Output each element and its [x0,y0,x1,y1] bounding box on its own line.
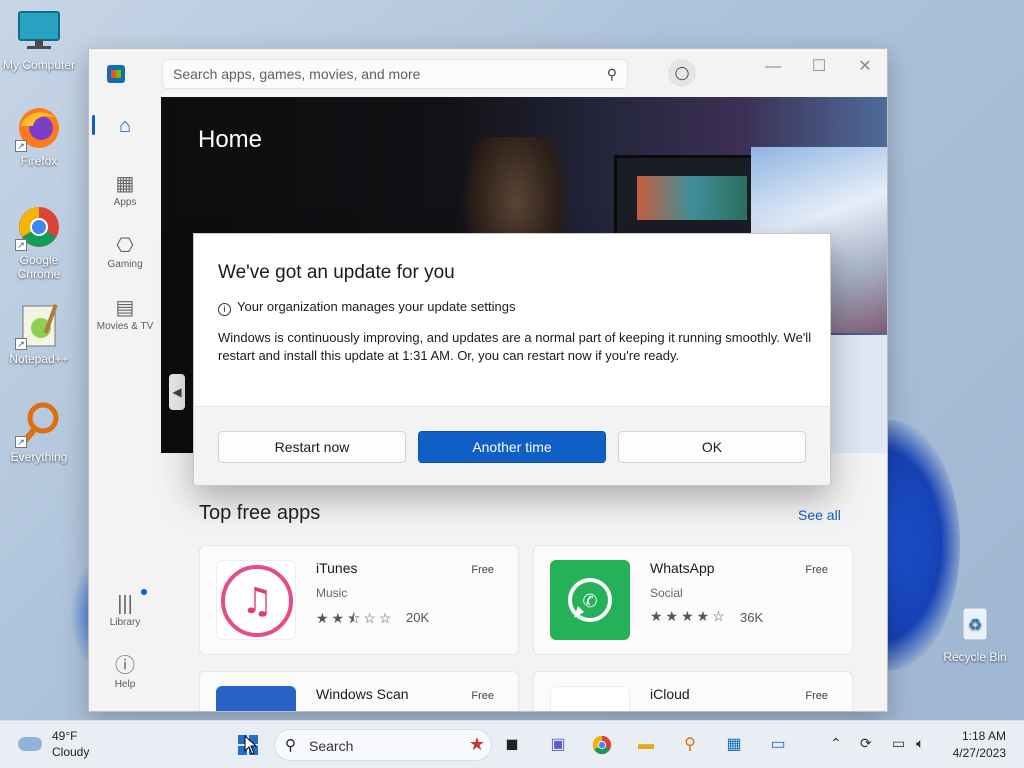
chevron-up-icon[interactable]: ⌃ [830,735,842,752]
desktop: My Computer ↗ Firefox ↗ Google Chrome ↗ … [0,0,1024,720]
info-icon: i [218,303,231,316]
update-dialog: We've got an update for you i Your organi… [193,233,831,486]
app-taskbar-icon[interactable]: ▭ [764,731,792,759]
dialog-footer: Restart now Another time OK [194,406,830,485]
dialog-body: Windows is continuously improving, and u… [218,330,812,363]
restart-now-button[interactable]: Restart now [218,431,406,463]
file-explorer-icon[interactable]: ▬ [632,731,660,759]
dialog-info-text: Your organization manages your update se… [237,299,516,314]
weather-condition: Cloudy [52,745,90,759]
task-view-icon[interactable]: ◼ [498,731,526,759]
another-time-button[interactable]: Another time [418,431,606,463]
ok-button[interactable]: OK [618,431,806,463]
dialog-title: We've got an update for you [218,262,455,283]
weather-temperature: 49°F [52,729,78,743]
mouse-cursor [244,734,258,760]
clock-time[interactable]: 1:18 AM [950,729,1006,743]
cloud-icon [18,737,42,751]
sync-icon[interactable]: ⟳ [860,735,872,752]
dialog-info-line: i Your organization manages your update s… [218,299,515,316]
taskbar-search[interactable]: ⚲ Search ★ [274,729,492,761]
taskbar-search-label: Search [309,738,354,754]
taskbar: 49°F Cloudy ⚲ Search ★ ◼ ▣ ▬ ⚲ ▦ ▭ ⌃ ⟳ ▭… [0,720,1024,768]
clock-date[interactable]: 4/27/2023 [940,746,1006,760]
volume-icon[interactable]: 🔈︎ [916,735,924,752]
teams-icon[interactable]: ▣ [544,731,572,759]
modal-overlay: We've got an update for you i Your organi… [0,0,1024,720]
search-highlight-icon: ★ [468,734,485,754]
search-icon: ⚲ [285,737,296,754]
chrome-taskbar-icon[interactable] [588,731,616,759]
everything-taskbar-icon[interactable]: ⚲ [676,731,704,759]
network-icon[interactable]: ▭ [892,735,905,752]
store-taskbar-icon[interactable]: ▦ [720,731,748,759]
